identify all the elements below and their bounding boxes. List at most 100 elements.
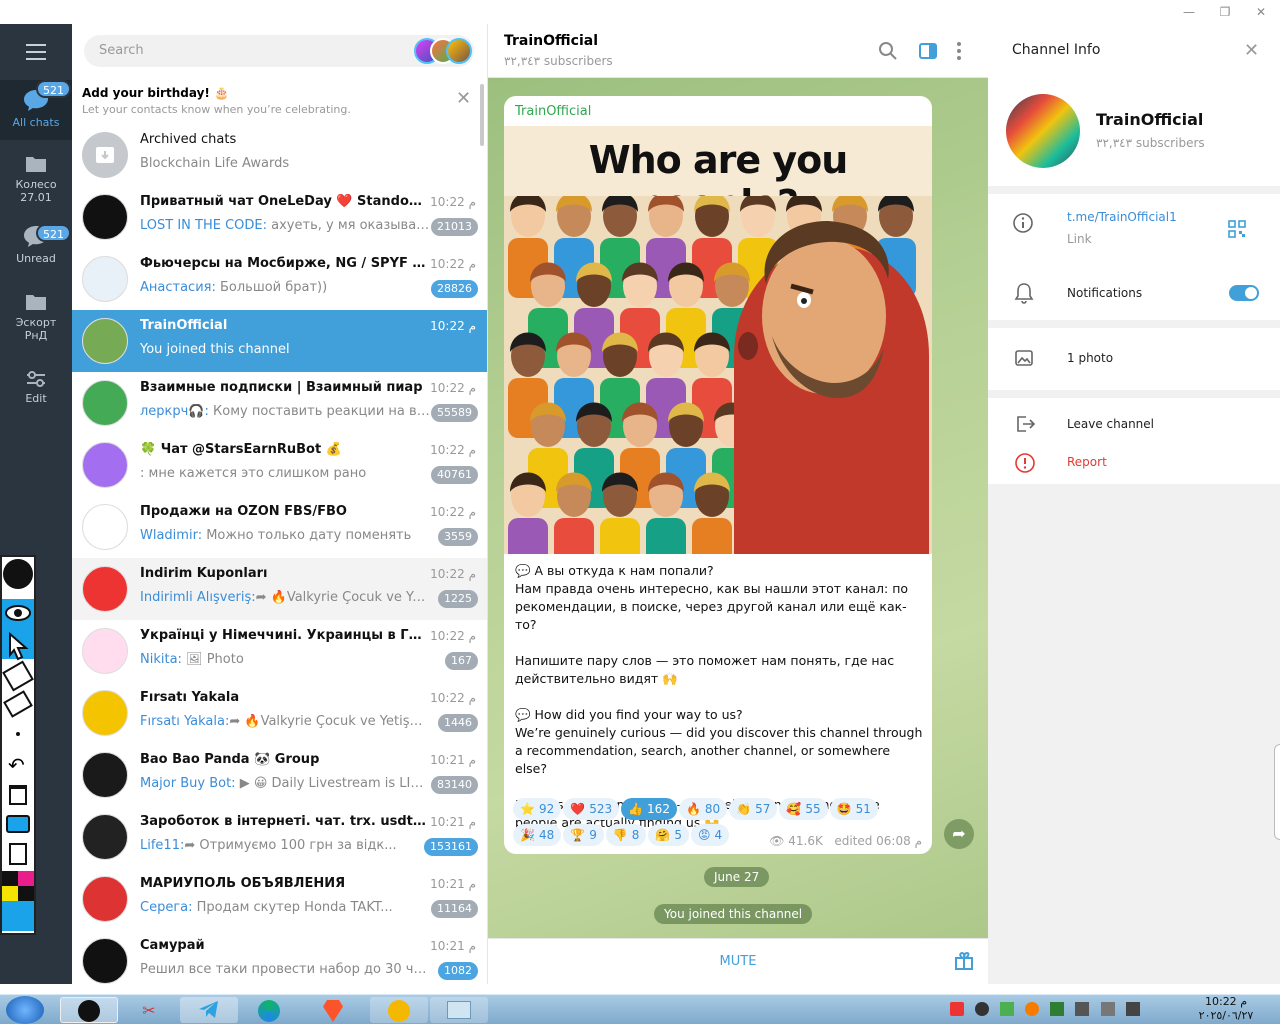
reaction-emoji: 👎 xyxy=(612,828,628,842)
unread-count: 40761 xyxy=(431,466,478,484)
edge-widget[interactable] xyxy=(1274,744,1280,840)
edit-label: Edit xyxy=(25,392,47,405)
chat-item[interactable]: Bao Bao Panda 🐼 Group 10:21 م Major Buy Bo… xyxy=(72,744,487,806)
chat-list-scrollbar[interactable] xyxy=(480,84,484,146)
unread-count: 167 xyxy=(445,652,478,670)
chat-item[interactable]: Фьючерсы на Мосбирже, NG / SPYF / NA... 1… xyxy=(72,248,487,310)
chat-preview: Анастасия: Большой брат)) xyxy=(140,280,430,295)
bottom-bar: MUTE xyxy=(488,938,988,984)
chat-item[interactable]: Українці у Німеччині. Украинцы в Герм...… xyxy=(72,620,487,682)
post-text-en-title: 💬 How did you find your way to us? xyxy=(515,707,743,722)
chat-item[interactable]: Приватный чат OneLeDay ❤️ Standoff... 10:… xyxy=(72,186,487,248)
reaction-chip[interactable]: ⭐ 92 xyxy=(513,798,562,820)
chat-sender: Wladimir: xyxy=(140,528,203,543)
close-info-icon[interactable]: ✕ xyxy=(1244,40,1259,61)
mute-button[interactable]: MUTE xyxy=(488,954,988,969)
reaction-chip[interactable]: 👍 162 xyxy=(621,798,677,820)
chat-item[interactable]: İndirim Kuponları 10:22 م İndirimli Alışve… xyxy=(72,558,487,620)
reaction-chip[interactable]: 🎉 48 xyxy=(513,824,562,846)
taskbar-pen-app[interactable] xyxy=(60,997,118,1023)
chat-preview-text: ➦ 🔥Valkyrie Çocuk ve Ye... xyxy=(255,590,430,605)
chat-item[interactable]: Взаимные подписки | Взаимный пиар 10:22 م… xyxy=(72,372,487,434)
color-swatches[interactable] xyxy=(2,871,34,931)
chat-preview-text: ▶ 😀 Daily Livestream is LIVE!... xyxy=(235,776,430,791)
media-section[interactable]: 1 photo xyxy=(988,328,1280,390)
camera-icon[interactable] xyxy=(6,815,30,833)
taskbar-edge-app[interactable] xyxy=(240,997,298,1023)
channel-post[interactable]: TrainOfficial Who are you people? xyxy=(504,96,932,854)
chat-item[interactable]: Продажи на OZON FBS/FBO 10:22 م Wladimir: … xyxy=(72,496,487,558)
taskbar-snipping-app[interactable]: ✂ xyxy=(120,997,178,1023)
reaction-chip[interactable]: 🏆 9 xyxy=(563,824,604,846)
reaction-chip[interactable]: 👎 8 xyxy=(605,824,647,846)
chat-avatar xyxy=(82,256,128,302)
chat-item[interactable]: 🍀 Чат @StarsEarnRuBot 💰 10:22 م: мне каже… xyxy=(72,434,487,496)
qr-code-icon[interactable] xyxy=(1228,220,1246,238)
gift-icon[interactable] xyxy=(954,951,974,971)
forward-icon[interactable]: ➦ xyxy=(944,819,974,849)
minimize-button[interactable]: — xyxy=(1174,2,1204,22)
more-icon[interactable] xyxy=(956,41,962,61)
chat-item[interactable]: МАРИУПОЛЬ ОБЪЯВЛЕНИЯ 10:21 م Серега: Прода… xyxy=(72,868,487,930)
folder-escort[interactable]: Эскорт РнД xyxy=(0,292,72,352)
search-icon[interactable] xyxy=(878,41,898,61)
notifications-toggle[interactable] xyxy=(1229,285,1259,301)
reaction-count: 80 xyxy=(704,802,721,816)
chat-time: 10:22 م xyxy=(430,629,476,643)
menu-icon[interactable] xyxy=(26,44,46,60)
taskbar-telegram-app[interactable] xyxy=(180,997,238,1023)
archived-chats[interactable]: Archived chats Blockchain Life Awards xyxy=(72,124,487,186)
reaction-count: 4 xyxy=(714,828,723,842)
post-edited: edited 06:08 م xyxy=(834,834,922,848)
trash-icon[interactable] xyxy=(9,785,27,805)
reaction-chip[interactable]: 😡 4 xyxy=(691,824,730,846)
date-separator: June 27 xyxy=(704,867,770,887)
dot-size-icon[interactable] xyxy=(16,732,20,736)
chat-item[interactable]: Зароботок в інтернеті. чат. trx. usdt. в… xyxy=(72,806,487,868)
chat-item[interactable]: TrainOfficial 10:22 م You joined this chan… xyxy=(72,310,487,372)
reaction-chip[interactable]: 🤗 5 xyxy=(648,824,690,846)
taskbar-window-app[interactable] xyxy=(430,997,488,1023)
reaction-chip[interactable]: 🤩 51 xyxy=(829,798,878,820)
post-meta: 👁 41.6K edited 06:08 م xyxy=(769,834,922,848)
folder-all-chats[interactable]: 521 All chats xyxy=(0,80,72,140)
close-button[interactable]: ✕ xyxy=(1246,2,1276,22)
reaction-chip[interactable]: 🔥 80 xyxy=(678,798,728,820)
close-birthday-icon[interactable]: ✕ xyxy=(456,88,471,109)
unread-count: 11164 xyxy=(431,900,478,918)
tray-clock[interactable]: 10:22 م ٢٠٢٥/٠٦/٢٧ xyxy=(1196,995,1256,1023)
report-icon xyxy=(1015,453,1035,473)
chat-item[interactable]: Самурай 10:21 م Решил все таки провести на… xyxy=(72,930,487,984)
chat-time: 10:22 م xyxy=(430,319,476,333)
eraser-icon[interactable] xyxy=(3,690,33,718)
folder-koleso[interactable]: Колесо 27.01 xyxy=(0,154,72,214)
chat-header[interactable]: TrainOfficial ٣٢,٣٤٣ subscribers xyxy=(488,24,988,78)
chat-item[interactable]: Fırsatı Yakala 10:22 م Fırsatı Yakala:➦ 🔥V… xyxy=(72,682,487,744)
info-link[interactable]: t.me/TrainOfficial1 xyxy=(1067,210,1177,224)
leave-channel-button[interactable]: Leave channel xyxy=(1067,417,1154,431)
clipboard-icon[interactable] xyxy=(9,843,27,865)
start-button[interactable] xyxy=(6,996,44,1024)
chat-name: Приватный чат OneLeDay ❤️ Standoff... xyxy=(140,194,430,209)
post-image[interactable]: Who are you people? xyxy=(504,126,932,554)
eye-cursor-tools[interactable] xyxy=(2,599,34,661)
taskbar-vpn-app[interactable] xyxy=(370,997,428,1023)
chat-time: 10:21 م xyxy=(430,753,476,767)
pen-logo-icon[interactable] xyxy=(3,559,33,589)
folder-unread[interactable]: 521 Unread xyxy=(0,224,72,284)
channel-avatar[interactable] xyxy=(1006,94,1080,168)
reaction-chip[interactable]: 🥰 55 xyxy=(779,798,828,820)
undo-icon[interactable]: ↶ xyxy=(8,753,25,777)
reaction-count: 162 xyxy=(647,802,670,816)
sidebar-toggle-icon[interactable] xyxy=(918,41,938,61)
reaction-chip[interactable]: 👏 57 xyxy=(729,798,778,820)
marker-icon[interactable] xyxy=(2,660,34,692)
edit-folders[interactable]: Edit xyxy=(0,370,72,410)
taskbar-brave-app[interactable] xyxy=(304,997,362,1023)
restore-button[interactable]: ❐ xyxy=(1210,2,1240,22)
chat-avatar xyxy=(82,442,128,488)
system-tray-icons[interactable] xyxy=(950,1001,1150,1019)
stories-avatars[interactable] xyxy=(414,38,472,64)
reaction-chip[interactable]: ❤️ 523 xyxy=(563,798,620,820)
report-button[interactable]: Report xyxy=(1067,455,1107,469)
